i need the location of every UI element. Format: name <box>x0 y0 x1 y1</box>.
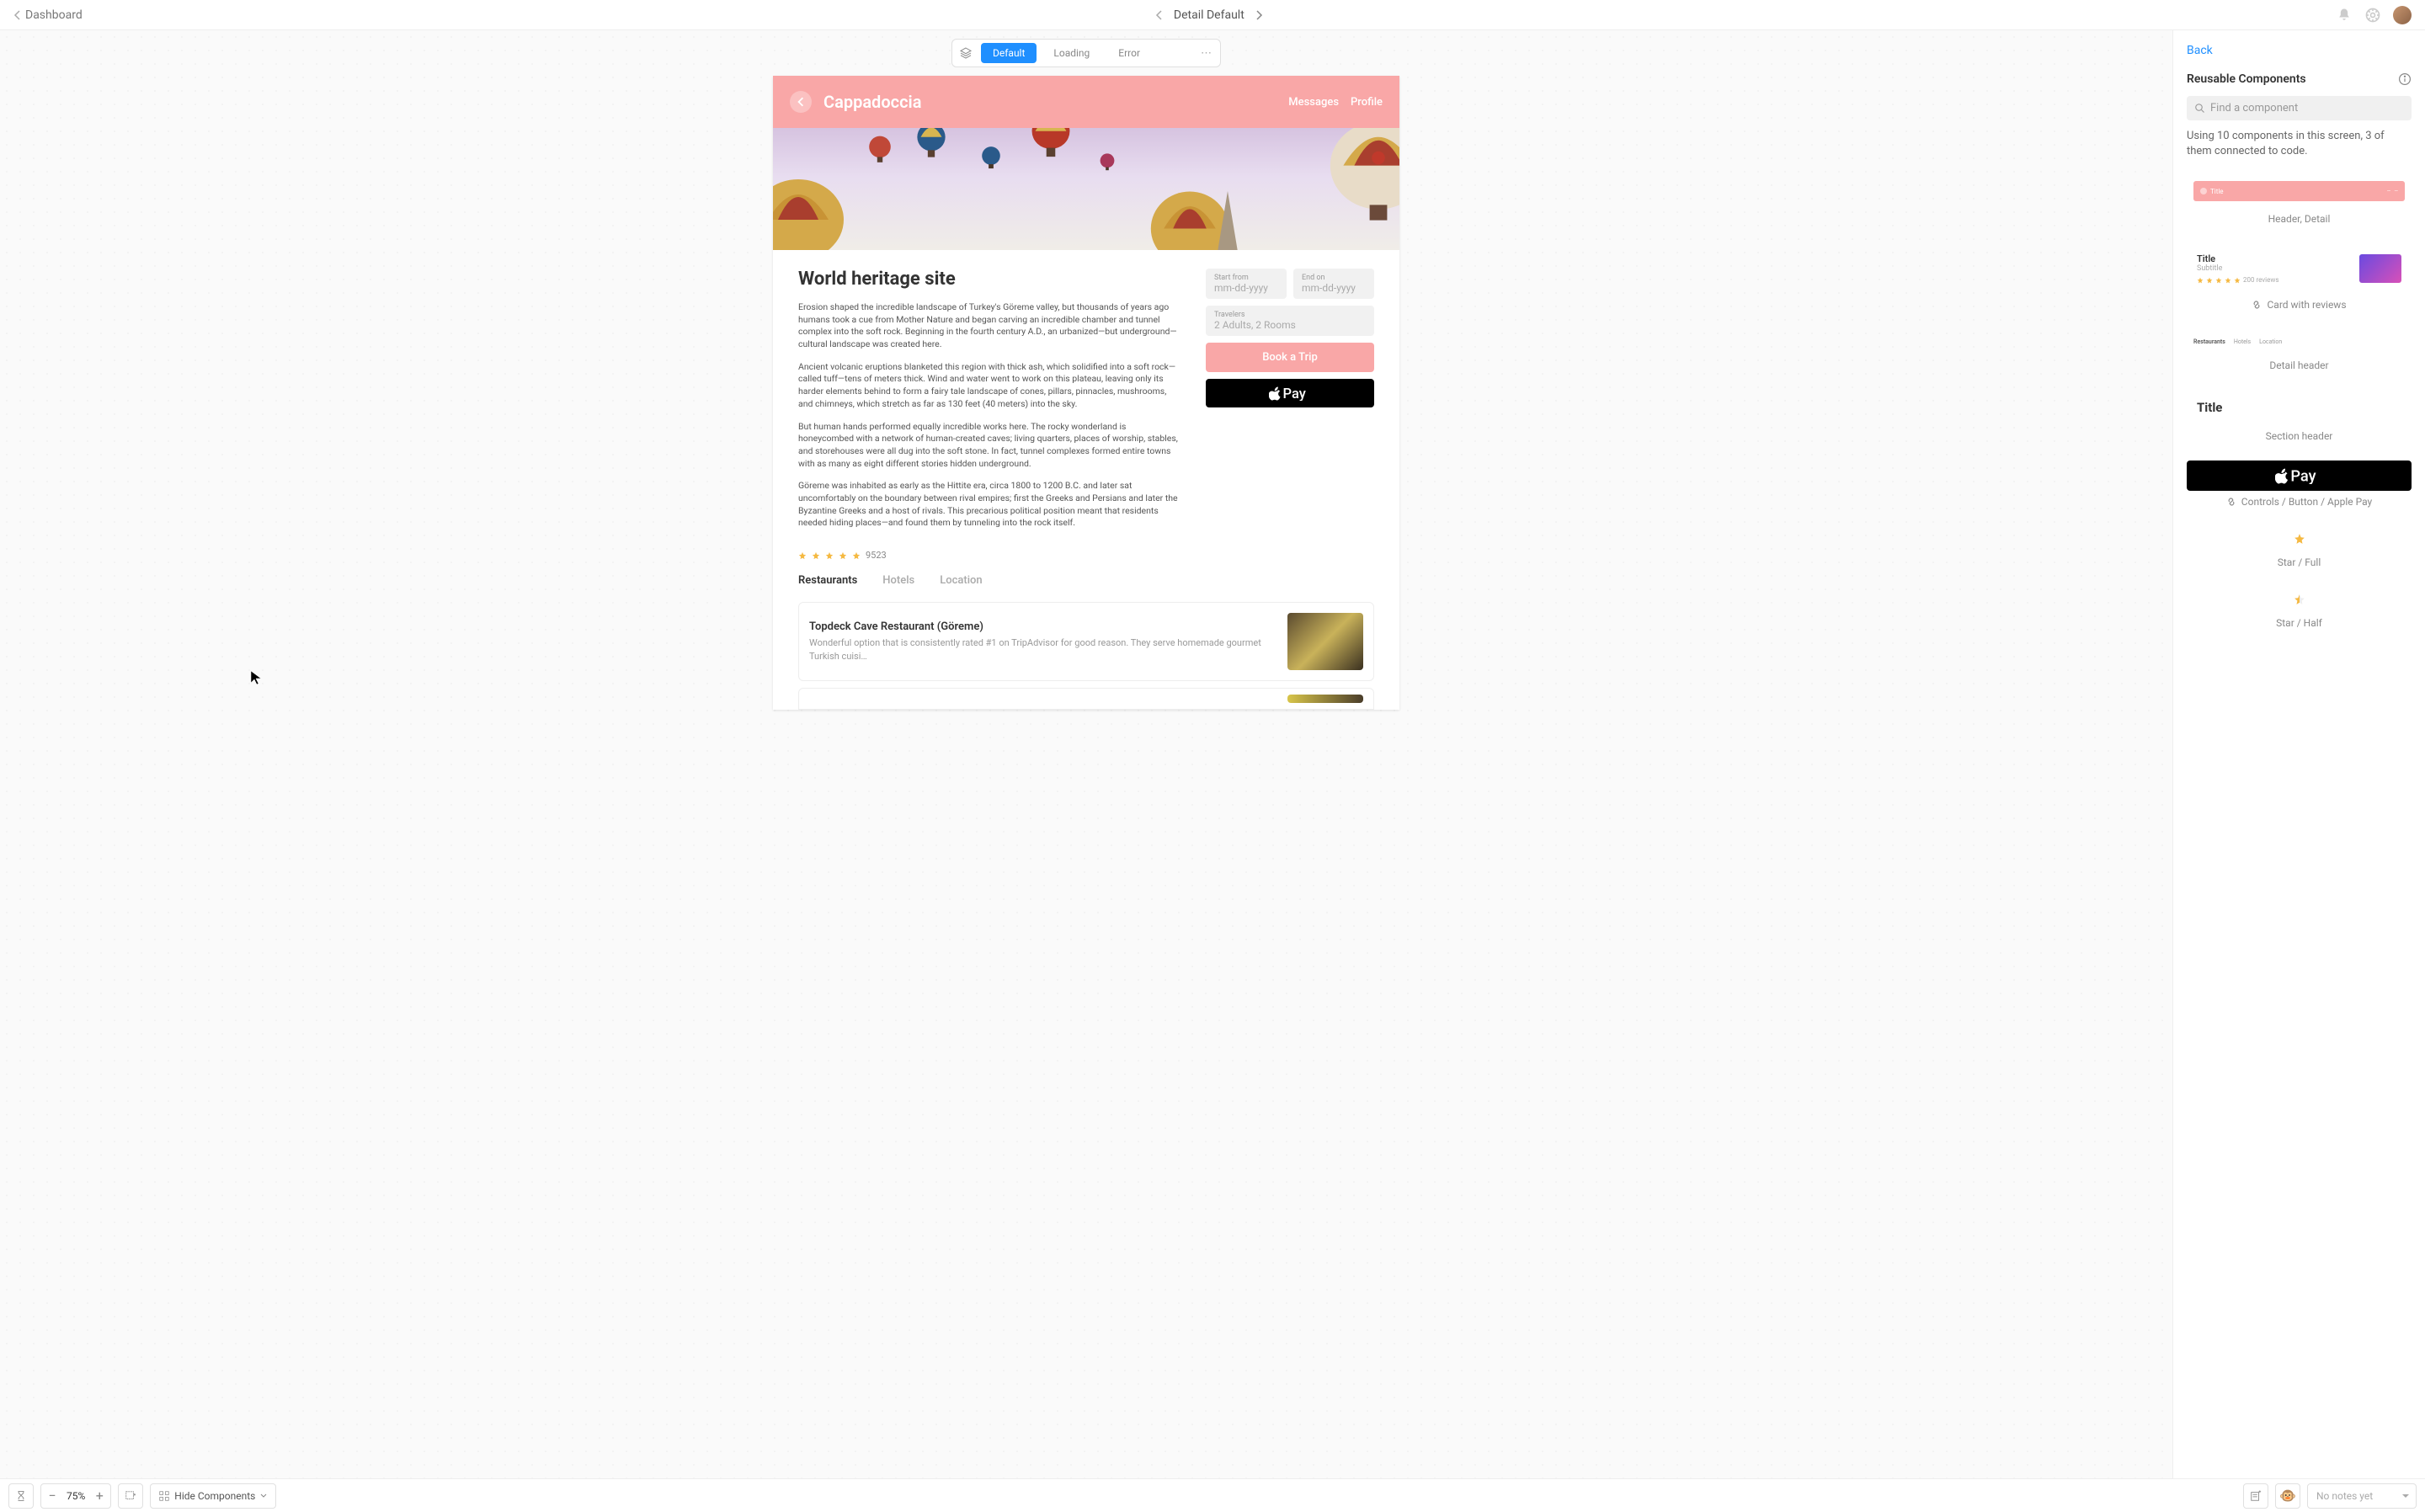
star-half-icon <box>2294 594 2305 605</box>
chevron-left-icon <box>13 10 20 20</box>
bell-icon[interactable] <box>2336 7 2353 24</box>
zoom-control: − 75% + <box>40 1483 111 1509</box>
body-paragraph: Erosion shaped the incredible landscape … <box>798 301 1181 351</box>
restaurant-card[interactable]: Topdeck Cave Restaurant (Göreme) Wonderf… <box>798 602 1374 681</box>
section-title: World heritage site <box>798 269 1181 290</box>
end-date-field[interactable]: End on mm-dd-yyyy <box>1293 269 1374 299</box>
cursor-icon <box>250 670 262 685</box>
star-icon <box>2294 533 2305 545</box>
star-icon <box>2197 277 2204 284</box>
chevron-left-icon <box>796 97 806 107</box>
back-button[interactable] <box>790 91 812 113</box>
breadcrumb[interactable]: Dashboard <box>13 8 83 22</box>
hero-image <box>773 128 1399 250</box>
star-icon <box>839 551 847 560</box>
hide-components-button[interactable]: Hide Components <box>150 1483 276 1509</box>
component-item-apple-pay[interactable]: Controls / Button / Apple Pay <box>2187 461 2412 508</box>
prev-artboard-icon[interactable] <box>1155 10 1162 20</box>
card-title: Topdeck Cave Restaurant (Göreme) <box>809 620 1274 633</box>
star-icon <box>2225 277 2231 284</box>
card-image <box>1287 695 1363 703</box>
rating-count: 9523 <box>866 550 887 561</box>
top-bar: Dashboard Detail Default <box>0 0 2425 30</box>
search-input[interactable]: Find a component <box>2187 96 2412 120</box>
state-tab-loading[interactable]: Loading <box>1042 43 1101 63</box>
apple-pay-icon <box>2275 467 2323 484</box>
body-paragraph: Göreme was inhabited as early as the Hit… <box>798 480 1181 530</box>
zoom-out-button[interactable]: − <box>41 1488 63 1504</box>
search-icon <box>2195 104 2205 114</box>
star-icon <box>2206 277 2213 284</box>
hourglass-icon <box>15 1490 27 1502</box>
star-icon <box>2215 277 2222 284</box>
body-paragraph: But human hands performed equally incred… <box>798 421 1181 471</box>
page-title: Detail Default <box>1174 8 1244 22</box>
star-icon <box>812 551 820 560</box>
grid-icon <box>159 1491 169 1501</box>
zoom-value: 75% <box>63 1490 88 1502</box>
star-icon <box>852 551 861 560</box>
star-icon <box>825 551 834 560</box>
selection-tool-button[interactable] <box>118 1483 143 1509</box>
avatar[interactable] <box>2393 6 2412 24</box>
nav-profile[interactable]: Profile <box>1351 96 1383 109</box>
book-trip-button[interactable]: Book a Trip <box>1206 343 1374 372</box>
panel-title: Reusable Components <box>2187 72 2306 86</box>
notes-dropdown[interactable]: No notes yet <box>2307 1483 2417 1509</box>
selection-icon <box>125 1490 136 1502</box>
artboard[interactable]: Cappadoccia Messages Profile World herit <box>773 76 1399 710</box>
component-item-detail-header[interactable]: Restaurants Hotels Location Detail heade… <box>2187 329 2412 371</box>
bottom-bar: − 75% + Hide Components 🐵 No notes yet <box>0 1478 2425 1512</box>
breadcrumb-label: Dashboard <box>25 8 83 22</box>
state-more-icon[interactable]: ⋯ <box>1196 47 1217 60</box>
emoji-button[interactable]: 🐵 <box>2275 1483 2300 1509</box>
component-item-card-reviews[interactable]: Title Subtitle 200 reviews <box>2187 243 2412 311</box>
component-header-detail[interactable]: Cappadoccia Messages Profile <box>773 76 1399 128</box>
state-tab-error[interactable]: Error <box>1106 43 1152 63</box>
layers-icon[interactable] <box>959 46 973 60</box>
rating-row: 9523 <box>773 540 1399 566</box>
apple-pay-button[interactable] <box>1206 379 1374 407</box>
component-item-header-detail[interactable]: Title —— Header, Detail <box>2187 174 2412 225</box>
tab-location[interactable]: Location <box>940 574 982 587</box>
apple-pay-icon <box>1269 386 1312 401</box>
detail-tabs: Restaurants Hotels Location <box>773 566 1399 595</box>
link-icon <box>2252 300 2262 310</box>
travelers-field[interactable]: Travelers 2 Adults, 2 Rooms <box>1206 306 1374 336</box>
component-item-section-header[interactable]: Title Section header <box>2187 390 2412 442</box>
next-artboard-icon[interactable] <box>1256 10 1263 20</box>
body-paragraph: Ancient volcanic eruptions blanketed thi… <box>798 361 1181 411</box>
component-item-star-full[interactable]: Star / Full <box>2187 526 2412 568</box>
back-link[interactable]: Back <box>2187 44 2412 57</box>
panel-hint: Using 10 components in this screen, 3 of… <box>2187 129 2412 159</box>
state-switcher: Default Loading Error ⋯ <box>951 39 1221 67</box>
tab-hotels[interactable]: Hotels <box>882 574 914 587</box>
zoom-in-button[interactable]: + <box>88 1488 110 1504</box>
canvas[interactable]: Default Loading Error ⋯ Cappadoccia Mess… <box>0 30 2172 1478</box>
monkey-icon: 🐵 <box>2279 1488 2296 1504</box>
booking-form: Start from mm-dd-yyyy End on mm-dd-yyyy … <box>1206 269 1374 540</box>
info-icon[interactable] <box>2398 72 2412 86</box>
chevron-down-icon <box>260 1493 267 1499</box>
start-date-field[interactable]: Start from mm-dd-yyyy <box>1206 269 1287 299</box>
card-subtitle: Wonderful option that is consistently ra… <box>809 636 1274 663</box>
tab-restaurants[interactable]: Restaurants <box>798 574 857 587</box>
state-tab-default[interactable]: Default <box>981 43 1037 63</box>
help-icon[interactable] <box>2364 7 2381 24</box>
add-note-button[interactable] <box>2243 1483 2268 1509</box>
nav-messages[interactable]: Messages <box>1288 96 1339 109</box>
header-title: Cappadoccia <box>823 92 1276 112</box>
restaurant-card[interactable] <box>798 688 1374 710</box>
star-icon <box>798 551 807 560</box>
note-add-icon <box>2250 1490 2262 1502</box>
link-icon <box>2226 497 2236 507</box>
component-item-star-half[interactable]: Star / Half <box>2187 587 2412 629</box>
components-panel: Back Reusable Components Find a componen… <box>2172 30 2425 1478</box>
star-icon <box>2234 277 2241 284</box>
hourglass-button[interactable] <box>8 1483 34 1509</box>
card-image <box>1287 613 1363 670</box>
